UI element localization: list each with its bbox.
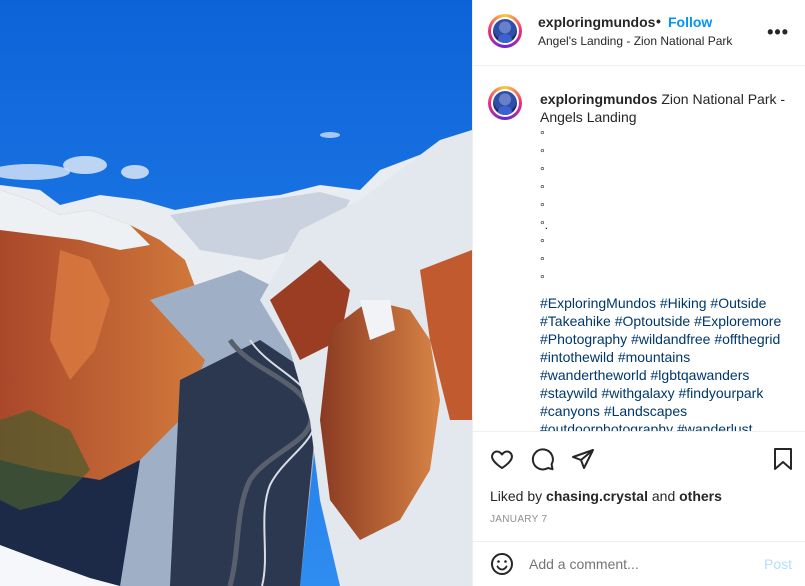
more-horizontal-icon[interactable]: ••• (767, 22, 789, 43)
likes-summary: Liked by chasing.crystal and others (490, 488, 722, 504)
post-header: exploringmundos • Follow Angel's Landing… (473, 0, 805, 66)
caption-section[interactable]: exploringmundos Zion National Park - Ang… (473, 66, 805, 431)
comment-icon[interactable] (531, 447, 555, 476)
post-actions: Liked by chasing.crystal and others JANU… (473, 431, 805, 541)
liked-by-suffix: and (647, 488, 680, 504)
heart-icon[interactable] (490, 447, 514, 476)
separator-dot: • (656, 13, 661, 29)
header-username[interactable]: exploringmundos (538, 14, 655, 30)
caption-bullets: ° ° ° ° ° °. ° ° ° (540, 126, 790, 288)
mountain-canyon-photo (0, 0, 472, 586)
caption-username[interactable]: exploringmundos (540, 91, 657, 107)
comment-bar: Post (473, 541, 805, 586)
follow-button[interactable]: Follow (668, 14, 712, 30)
caption-bullet: ° (540, 146, 545, 160)
share-icon[interactable] (571, 447, 595, 476)
post-photo[interactable] (0, 0, 472, 586)
emoji-icon[interactable] (490, 552, 514, 581)
caption-hashtags[interactable]: #ExploringMundos #Hiking #Outside #Takea… (540, 294, 790, 431)
caption-bullet: ° (540, 272, 545, 286)
caption-bullet: ° (540, 236, 545, 250)
caption-bullet: ° (540, 128, 545, 142)
post-date[interactable]: JANUARY 7 (490, 514, 547, 525)
caption-avatar[interactable] (488, 86, 522, 120)
bookmark-icon[interactable] (771, 447, 795, 476)
post-side-panel: exploringmundos • Follow Angel's Landing… (472, 0, 805, 586)
caption: exploringmundos Zion National Park - Ang… (540, 90, 790, 431)
caption-bullet: ° (540, 182, 545, 196)
comment-input[interactable] (529, 556, 749, 572)
avatar[interactable] (488, 14, 522, 48)
location-link[interactable]: Angel's Landing - Zion National Park (538, 34, 732, 48)
liked-by-prefix: Liked by (490, 488, 547, 504)
caption-bullet: ° (540, 200, 545, 214)
post-button[interactable]: Post (764, 556, 792, 572)
caption-bullet: ° (540, 164, 545, 178)
caption-bullet: ° (540, 254, 545, 268)
caption-bullet: °. (540, 218, 549, 232)
liked-by-others[interactable]: others (679, 488, 722, 504)
liked-by-user[interactable]: chasing.crystal (546, 488, 648, 504)
